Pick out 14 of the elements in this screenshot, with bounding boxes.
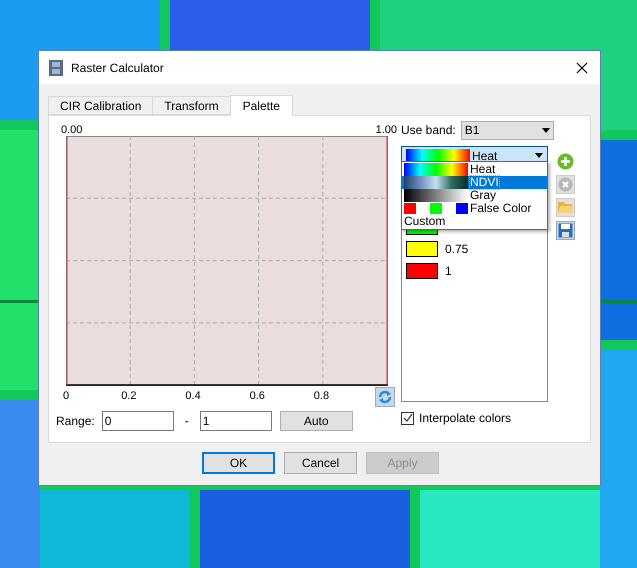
interpolate-label: Interpolate colors bbox=[419, 410, 512, 427]
window-title: Raster Calculator bbox=[71, 60, 164, 76]
axis-tick-label: 0 bbox=[63, 389, 70, 404]
axis-tick-label: 0.4 bbox=[185, 389, 201, 404]
axis-tick-label: 0.6 bbox=[250, 389, 265, 404]
range-label: Range: bbox=[56, 413, 95, 430]
axis-tick-label: 0.8 bbox=[314, 389, 330, 404]
scale-min-label: 0.00 bbox=[61, 125, 82, 136]
scale-max-label: 1.00 bbox=[376, 125, 397, 136]
color-stop-value: 0.75 bbox=[445, 241, 468, 258]
band-label: Use band: bbox=[401, 122, 456, 139]
range-separator: - bbox=[184, 413, 189, 430]
axis-tick-label: 0.2 bbox=[121, 389, 136, 404]
color-stop-value: 1 bbox=[445, 263, 452, 280]
